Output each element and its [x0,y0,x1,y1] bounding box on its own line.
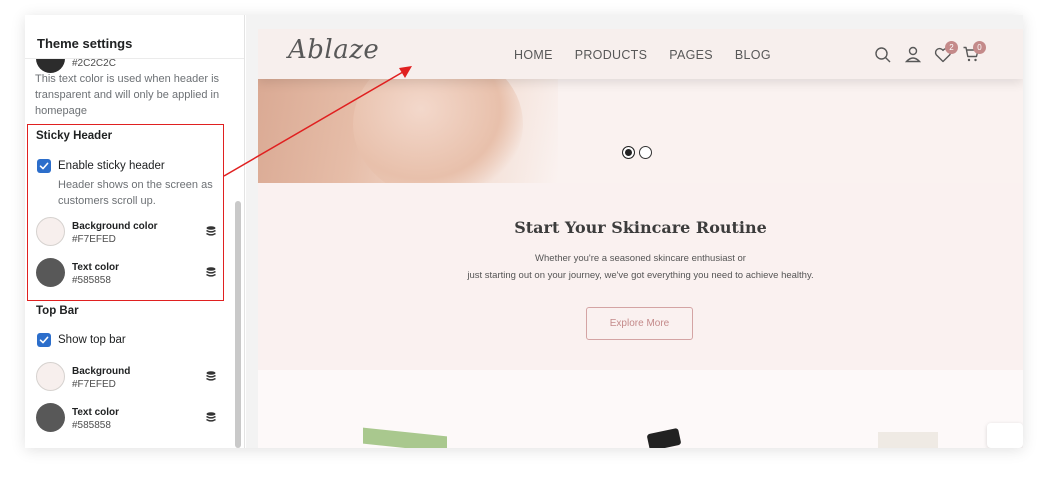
product-image[interactable] [878,432,938,448]
account-icon[interactable] [904,45,922,63]
dynamic-source-icon[interactable] [205,411,217,423]
header-transparent-text-color-hex: #2C2C2C [72,58,116,69]
top-bar-background-label: Background [72,366,131,377]
slide-dot-1[interactable] [622,146,635,160]
top-bar-text-color-hex: #585858 [72,420,111,431]
settings-sidebar: #2C2C2C This text color is used when hea… [25,15,245,448]
top-bar-text-color-swatch[interactable] [36,403,65,432]
slide-dot-2[interactable] [639,146,652,160]
promo-text-line2: just starting out on your journey, we've… [467,270,814,281]
store-logo[interactable]: Ablaze [288,35,379,65]
explore-more-button[interactable]: Explore More [586,307,693,340]
nav-pages[interactable]: PAGES [669,48,713,62]
top-bar-background-hex: #F7EFED [72,379,116,390]
main-nav: HOME PRODUCTS PAGES BLOG [514,46,793,64]
show-top-bar-label[interactable]: Show top bar [58,334,126,346]
sticky-header: Ablaze HOME PRODUCTS PAGES BLOG 2 0 [258,29,1023,79]
storefront-preview: Ablaze HOME PRODUCTS PAGES BLOG 2 0 Start Y… [246,15,1023,448]
sidebar-scrollbar[interactable] [235,201,241,448]
chat-widget-button[interactable] [987,423,1023,448]
product-section [258,370,1023,448]
nav-home[interactable]: HOME [514,48,553,62]
nav-products[interactable]: PRODUCTS [575,48,648,62]
nav-blog[interactable]: BLOG [735,48,771,62]
product-image[interactable] [646,427,682,448]
theme-editor-window: #2C2C2C This text color is used when hea… [25,15,1023,448]
header-transparent-text-color-help: This text color is used when header is t… [35,73,220,117]
cart-count-badge: 0 [973,41,986,54]
dynamic-source-icon[interactable] [205,370,217,382]
wishlist-count-badge: 2 [945,41,958,54]
search-icon[interactable] [874,46,892,64]
product-image[interactable] [363,427,447,448]
promo-text-line1: Whether you're a seasoned skincare enthu… [535,253,746,264]
top-bar-text-color-label: Text color [72,407,120,418]
checkmark-icon [39,336,49,344]
top-bar-background-swatch[interactable] [36,362,65,391]
slideshow-dots [622,144,656,162]
sticky-header-highlight-box [27,124,224,301]
sidebar-header: Theme settings [25,15,244,59]
promo-section: Start Your Skincare Routine Whether you'… [258,183,1023,370]
preview-page: Ablaze HOME PRODUCTS PAGES BLOG 2 0 Start Y… [258,29,1023,448]
show-top-bar-checkbox[interactable] [37,333,51,347]
top-bar-section-title: Top Bar [36,305,79,317]
promo-title: Start Your Skincare Routine [514,218,767,237]
sidebar-title: Theme settings [37,36,133,51]
